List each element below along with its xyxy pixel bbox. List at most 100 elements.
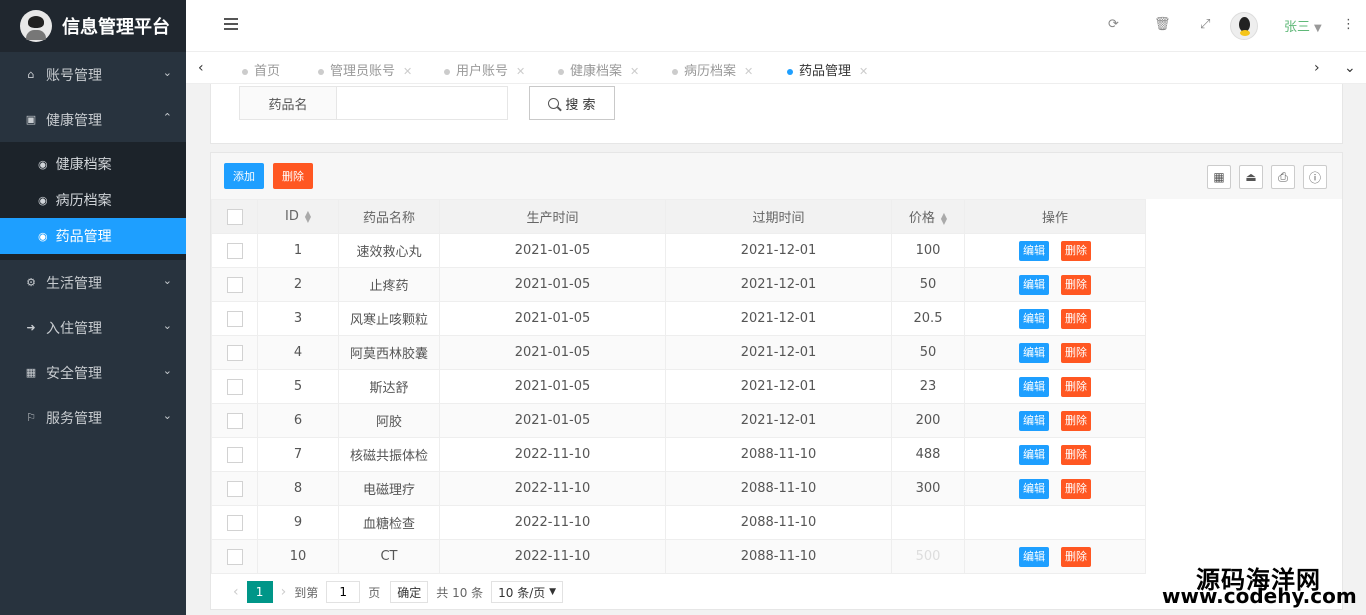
row-checkbox[interactable] [226, 446, 243, 463]
tab-dot-icon [558, 68, 564, 75]
close-icon[interactable]: ✕ [630, 65, 639, 78]
chevron-down-icon: ⌄ [162, 66, 172, 79]
batch-delete-button[interactable]: 删除 [273, 163, 313, 189]
cell-made: 2021-01-05 [439, 335, 666, 370]
cell-price: 488 [891, 437, 965, 472]
cell-price [891, 505, 965, 540]
gears-icon: ⚙ [26, 276, 36, 289]
cell-price: 20.5 [891, 301, 965, 336]
current-page[interactable]: 1 [246, 581, 273, 603]
tab-health-records[interactable]: 健康档案 ✕ [558, 60, 639, 79]
row-checkbox[interactable] [226, 548, 243, 565]
cell-actions [964, 505, 1146, 540]
row-checkbox[interactable] [226, 344, 243, 361]
fullscreen-icon[interactable]: ⤢ [1200, 17, 1210, 32]
close-icon[interactable]: ✕ [403, 65, 412, 78]
search-button[interactable]: 搜 索 [529, 86, 615, 120]
tab-medical-records[interactable]: 病历档案 ✕ [672, 60, 753, 79]
col-id[interactable]: ID ▲ ▼ [257, 199, 339, 234]
close-icon[interactable]: ✕ [859, 65, 868, 78]
sort-icon[interactable]: ▲ ▼ [941, 211, 947, 225]
row-select-cell [211, 505, 258, 540]
row-select-cell [211, 335, 258, 370]
user-menu[interactable]: 张三 ▼ [1284, 16, 1322, 35]
delete-button[interactable]: 删除 [1061, 240, 1091, 261]
sidebar-item-security[interactable]: ▦ 安全管理 ⌄ [0, 350, 186, 395]
sidebar-item-health-records[interactable]: ◉ 健康档案 [0, 146, 186, 182]
print-icon[interactable]: ⎙ [1271, 165, 1295, 189]
medicine-name-input[interactable] [336, 86, 508, 120]
tabs-scroll-right-icon[interactable]: › [1314, 60, 1320, 76]
info-icon[interactable]: ⓘ [1303, 165, 1327, 189]
delete-button[interactable]: 删除 [1061, 410, 1091, 431]
row-checkbox[interactable] [226, 310, 243, 327]
edit-button[interactable]: 编辑 [1019, 444, 1049, 465]
delete-button[interactable]: 删除 [1061, 478, 1091, 499]
row-checkbox[interactable] [226, 412, 243, 429]
menu-toggle-icon[interactable] [224, 18, 238, 32]
sidebar-item-checkin[interactable]: ➜ 入住管理 ⌄ [0, 305, 186, 350]
sidebar-item-account[interactable]: ⌂ 账号管理 ⌄ [0, 52, 186, 97]
tab-home[interactable]: 首页 [242, 60, 280, 79]
edit-button[interactable]: 编辑 [1019, 240, 1049, 261]
col-name: 药品名称 [338, 199, 440, 234]
columns-filter-icon[interactable]: ▦ [1207, 165, 1231, 189]
goto-confirm-button[interactable]: 确定 [390, 581, 429, 603]
sidebar-item-label: 健康档案 [55, 157, 112, 173]
row-checkbox[interactable] [226, 242, 243, 259]
sidebar-item-medicine[interactable]: ◉ 药品管理 [0, 218, 186, 254]
sidebar-item-health[interactable]: ▣ 健康管理 ⌃ [0, 97, 186, 142]
refresh-icon[interactable]: ⟳ [1108, 17, 1119, 32]
sidebar-item-medical-records[interactable]: ◉ 病历档案 [0, 182, 186, 218]
cell-actions: 编辑 删除 [964, 335, 1146, 370]
prev-page-icon[interactable]: ‹ [233, 584, 239, 600]
tabs-menu-chevron-icon[interactable]: ⌄ [1344, 60, 1356, 76]
row-checkbox[interactable] [226, 480, 243, 497]
next-page-icon[interactable]: › [281, 584, 287, 600]
edit-button[interactable]: 编辑 [1019, 274, 1049, 295]
edit-button[interactable]: 编辑 [1019, 410, 1049, 431]
edit-button[interactable]: 编辑 [1019, 342, 1049, 363]
close-icon[interactable]: ✕ [744, 65, 753, 78]
cell-expire: 2088-11-10 [665, 539, 892, 574]
sidebar-item-service[interactable]: ⚐ 服务管理 ⌄ [0, 395, 186, 440]
edit-button[interactable]: 编辑 [1019, 546, 1049, 567]
row-checkbox[interactable] [226, 514, 243, 531]
sort-icon[interactable]: ▲ ▼ [305, 209, 311, 223]
delete-button[interactable]: 删除 [1061, 444, 1091, 465]
delete-button[interactable]: 删除 [1061, 376, 1091, 397]
user-avatar[interactable] [1230, 12, 1258, 40]
tabs-scroll-left-icon[interactable]: ‹ [198, 60, 204, 76]
page-size-select[interactable]: 10 条/页 ▼ [491, 581, 564, 603]
goto-page-input[interactable] [326, 581, 361, 603]
delete-button[interactable]: 删除 [1061, 546, 1091, 567]
select-all-checkbox[interactable] [226, 208, 243, 225]
delete-button[interactable]: 删除 [1061, 308, 1091, 329]
col-expire: 过期时间 [665, 199, 892, 234]
row-checkbox[interactable] [226, 378, 243, 395]
tab-medicine[interactable]: 药品管理 ✕ [787, 60, 868, 79]
cell-price: 200 [891, 403, 965, 438]
close-icon[interactable]: ✕ [516, 65, 525, 78]
delete-button[interactable]: 删除 [1061, 342, 1091, 363]
tab-user-accounts[interactable]: 用户账号 ✕ [444, 60, 525, 79]
col-price[interactable]: 价格 ▲ ▼ [891, 199, 965, 234]
row-checkbox[interactable] [226, 276, 243, 293]
search-icon [548, 97, 560, 109]
export-icon[interactable]: ⏏ [1239, 165, 1263, 189]
edit-button[interactable]: 编辑 [1019, 308, 1049, 329]
edit-button[interactable]: 编辑 [1019, 478, 1049, 499]
dashboard-icon: ◉ [38, 229, 48, 243]
tab-admin-accounts[interactable]: 管理员账号 ✕ [318, 60, 412, 79]
add-button[interactable]: 添加 [224, 163, 264, 189]
sidebar-item-life[interactable]: ⚙ 生活管理 ⌄ [0, 260, 186, 305]
more-vertical-icon[interactable]: ⋮ [1342, 17, 1355, 32]
trash-icon[interactable]: 🗑 [1154, 17, 1171, 32]
medicine-table: ID ▲ ▼ 药品名称 生产时间 过期时间 价格 ▲ ▼ 操作 1 速效救心丸 2021-0… [211, 199, 1146, 574]
edit-button[interactable]: 编辑 [1019, 376, 1049, 397]
cell-actions: 编辑 删除 [964, 301, 1146, 336]
tab-dot-icon [444, 68, 450, 75]
cell-actions: 编辑 删除 [964, 471, 1146, 506]
delete-button[interactable]: 删除 [1061, 274, 1091, 295]
cell-expire: 2088-11-10 [665, 471, 892, 506]
